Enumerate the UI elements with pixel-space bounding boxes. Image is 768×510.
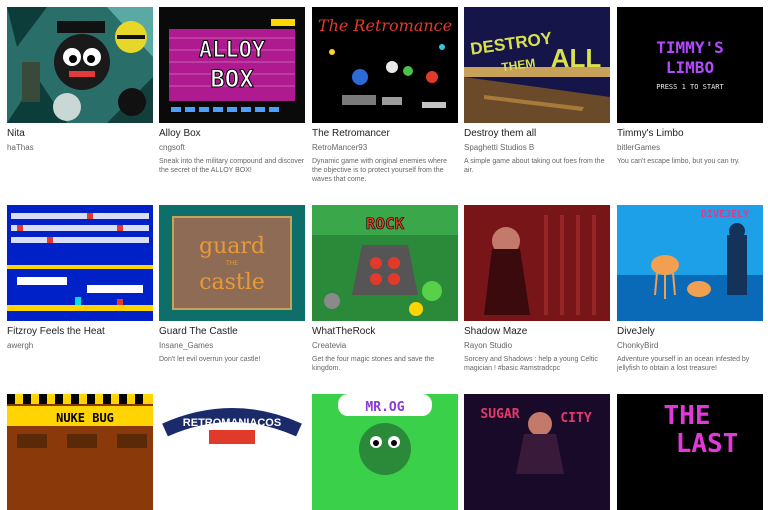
game-thumbnail[interactable]: ROCK [312,205,458,321]
game-description: Dynamic game with original enemies where… [312,158,448,183]
game-title[interactable]: Nita [7,128,153,140]
game-author[interactable]: ChonkyBird [617,341,763,351]
game-author[interactable]: Rayon Studio [464,341,610,351]
game-card[interactable]: DIVEJELY DiveJely ChonkyBird Adventure y… [617,205,763,373]
game-title[interactable]: Guard The Castle [159,326,305,338]
svg-text:PRESS 1 TO START: PRESS 1 TO START [656,83,724,91]
game-thumbnail[interactable]: RETROMANIACOS [159,394,305,510]
svg-text:RETROMANIACOS: RETROMANIACOS [183,417,281,429]
game-title[interactable]: Alloy Box [159,128,305,140]
svg-text:castle: castle [199,270,265,295]
svg-text:THE: THE [664,401,711,431]
game-thumbnail[interactable]: ALLOY BOX [159,7,305,123]
game-description: Sneak into the military compound and dis… [159,158,305,174]
game-author[interactable]: cngsoft [159,143,305,153]
game-title[interactable]: The Retromancer [312,128,458,140]
game-description: A simple game about taking out foes from… [464,158,605,174]
game-description: Adventure yourself in an ocean infested … [617,356,750,372]
game-card[interactable]: RETROMANIACOS [159,394,305,510]
game-card[interactable]: DESTROY THEM ALL Destroy them all Spaghe… [464,7,610,175]
game-author[interactable]: RetroMancer93 [312,143,458,153]
svg-text:SUGAR: SUGAR [480,407,519,422]
game-thumbnail[interactable]: SUGAR CITY [464,394,610,510]
game-card[interactable]: Shadow Maze Rayon Studio Sorcery and Sha… [464,205,610,373]
game-thumbnail[interactable]: DIVEJELY [617,205,763,321]
game-description: Get the four magic stones and save the k… [312,356,435,372]
game-author[interactable]: awergh [7,341,153,351]
game-title[interactable]: Destroy them all [464,128,610,140]
svg-text:MR.OG: MR.OG [365,400,404,415]
game-description: Sorcery and Shadows : help a young Celti… [464,356,598,372]
game-card[interactable]: Nita haThas [7,7,153,157]
game-description: Don't let evil overrun your castle! [159,356,261,363]
game-title[interactable]: DiveJely [617,326,763,338]
game-card[interactable]: Fitzroy Feels the Heat awergh [7,205,153,355]
svg-text:ALL: ALL [551,43,602,73]
game-author[interactable]: Createvia [312,341,458,351]
game-thumbnail[interactable]: DESTROY THEM ALL [464,7,610,123]
game-thumbnail[interactable]: NUKE BUG [7,394,153,510]
game-card[interactable]: SUGAR CITY [464,394,610,510]
game-card[interactable]: ROCK WhatTheRock Createvia Get the four … [312,205,458,373]
game-thumbnail[interactable]: MR.OG [312,394,458,510]
game-thumbnail[interactable] [7,205,153,321]
game-card[interactable]: guard THE castle Guard The Castle Insane… [159,205,305,364]
svg-text:The Retromance: The Retromance [318,16,452,35]
game-author[interactable]: bitlerGames [617,143,763,153]
svg-text:DIVEJELY: DIVEJELY [701,209,749,220]
game-thumbnail[interactable]: TIMMY'S LIMBO PRESS 1 TO START [617,7,763,123]
svg-text:CITY: CITY [560,411,591,426]
svg-text:LIMBO: LIMBO [666,58,714,77]
game-title[interactable]: WhatTheRock [312,326,458,338]
game-author[interactable]: Insane_Games [159,341,305,351]
svg-text:ROCK: ROCK [366,214,405,233]
svg-text:TIMMY'S: TIMMY'S [656,38,723,57]
game-title[interactable]: Timmy's Limbo [617,128,763,140]
svg-text:NUKE BUG: NUKE BUG [56,411,114,425]
game-thumbnail[interactable]: THE LAST [617,394,763,510]
svg-text:THE: THE [225,260,238,267]
game-card[interactable]: TIMMY'S LIMBO PRESS 1 TO START Timmy's L… [617,7,763,166]
game-card[interactable]: The Retromance The Retromancer RetroManc… [312,7,458,184]
game-card[interactable]: ALLOY BOX Alloy Box cngsoft Sneak into t… [159,7,305,175]
game-thumbnail[interactable] [464,205,610,321]
game-title[interactable]: Shadow Maze [464,326,610,338]
game-grid: Nita haThas ALLOY BOX Alloy Box cngsoft … [0,0,768,510]
game-title[interactable]: Fitzroy Feels the Heat [7,326,153,338]
game-author[interactable]: haThas [7,143,153,153]
game-thumbnail[interactable]: The Retromance [312,7,458,123]
game-card[interactable]: THE LAST [617,394,763,510]
game-card[interactable]: MR.OG [312,394,458,510]
game-thumbnail[interactable] [7,7,153,123]
game-card[interactable]: NUKE BUG [7,394,153,510]
game-description: You can't escape limbo, but you can try. [617,158,740,165]
svg-text:guard: guard [199,234,265,259]
game-thumbnail[interactable]: guard THE castle [159,205,305,321]
svg-text:ALLOY: ALLOY [199,38,266,63]
svg-text:BOX: BOX [210,65,254,93]
game-author[interactable]: Spaghetti Studios B [464,143,610,153]
